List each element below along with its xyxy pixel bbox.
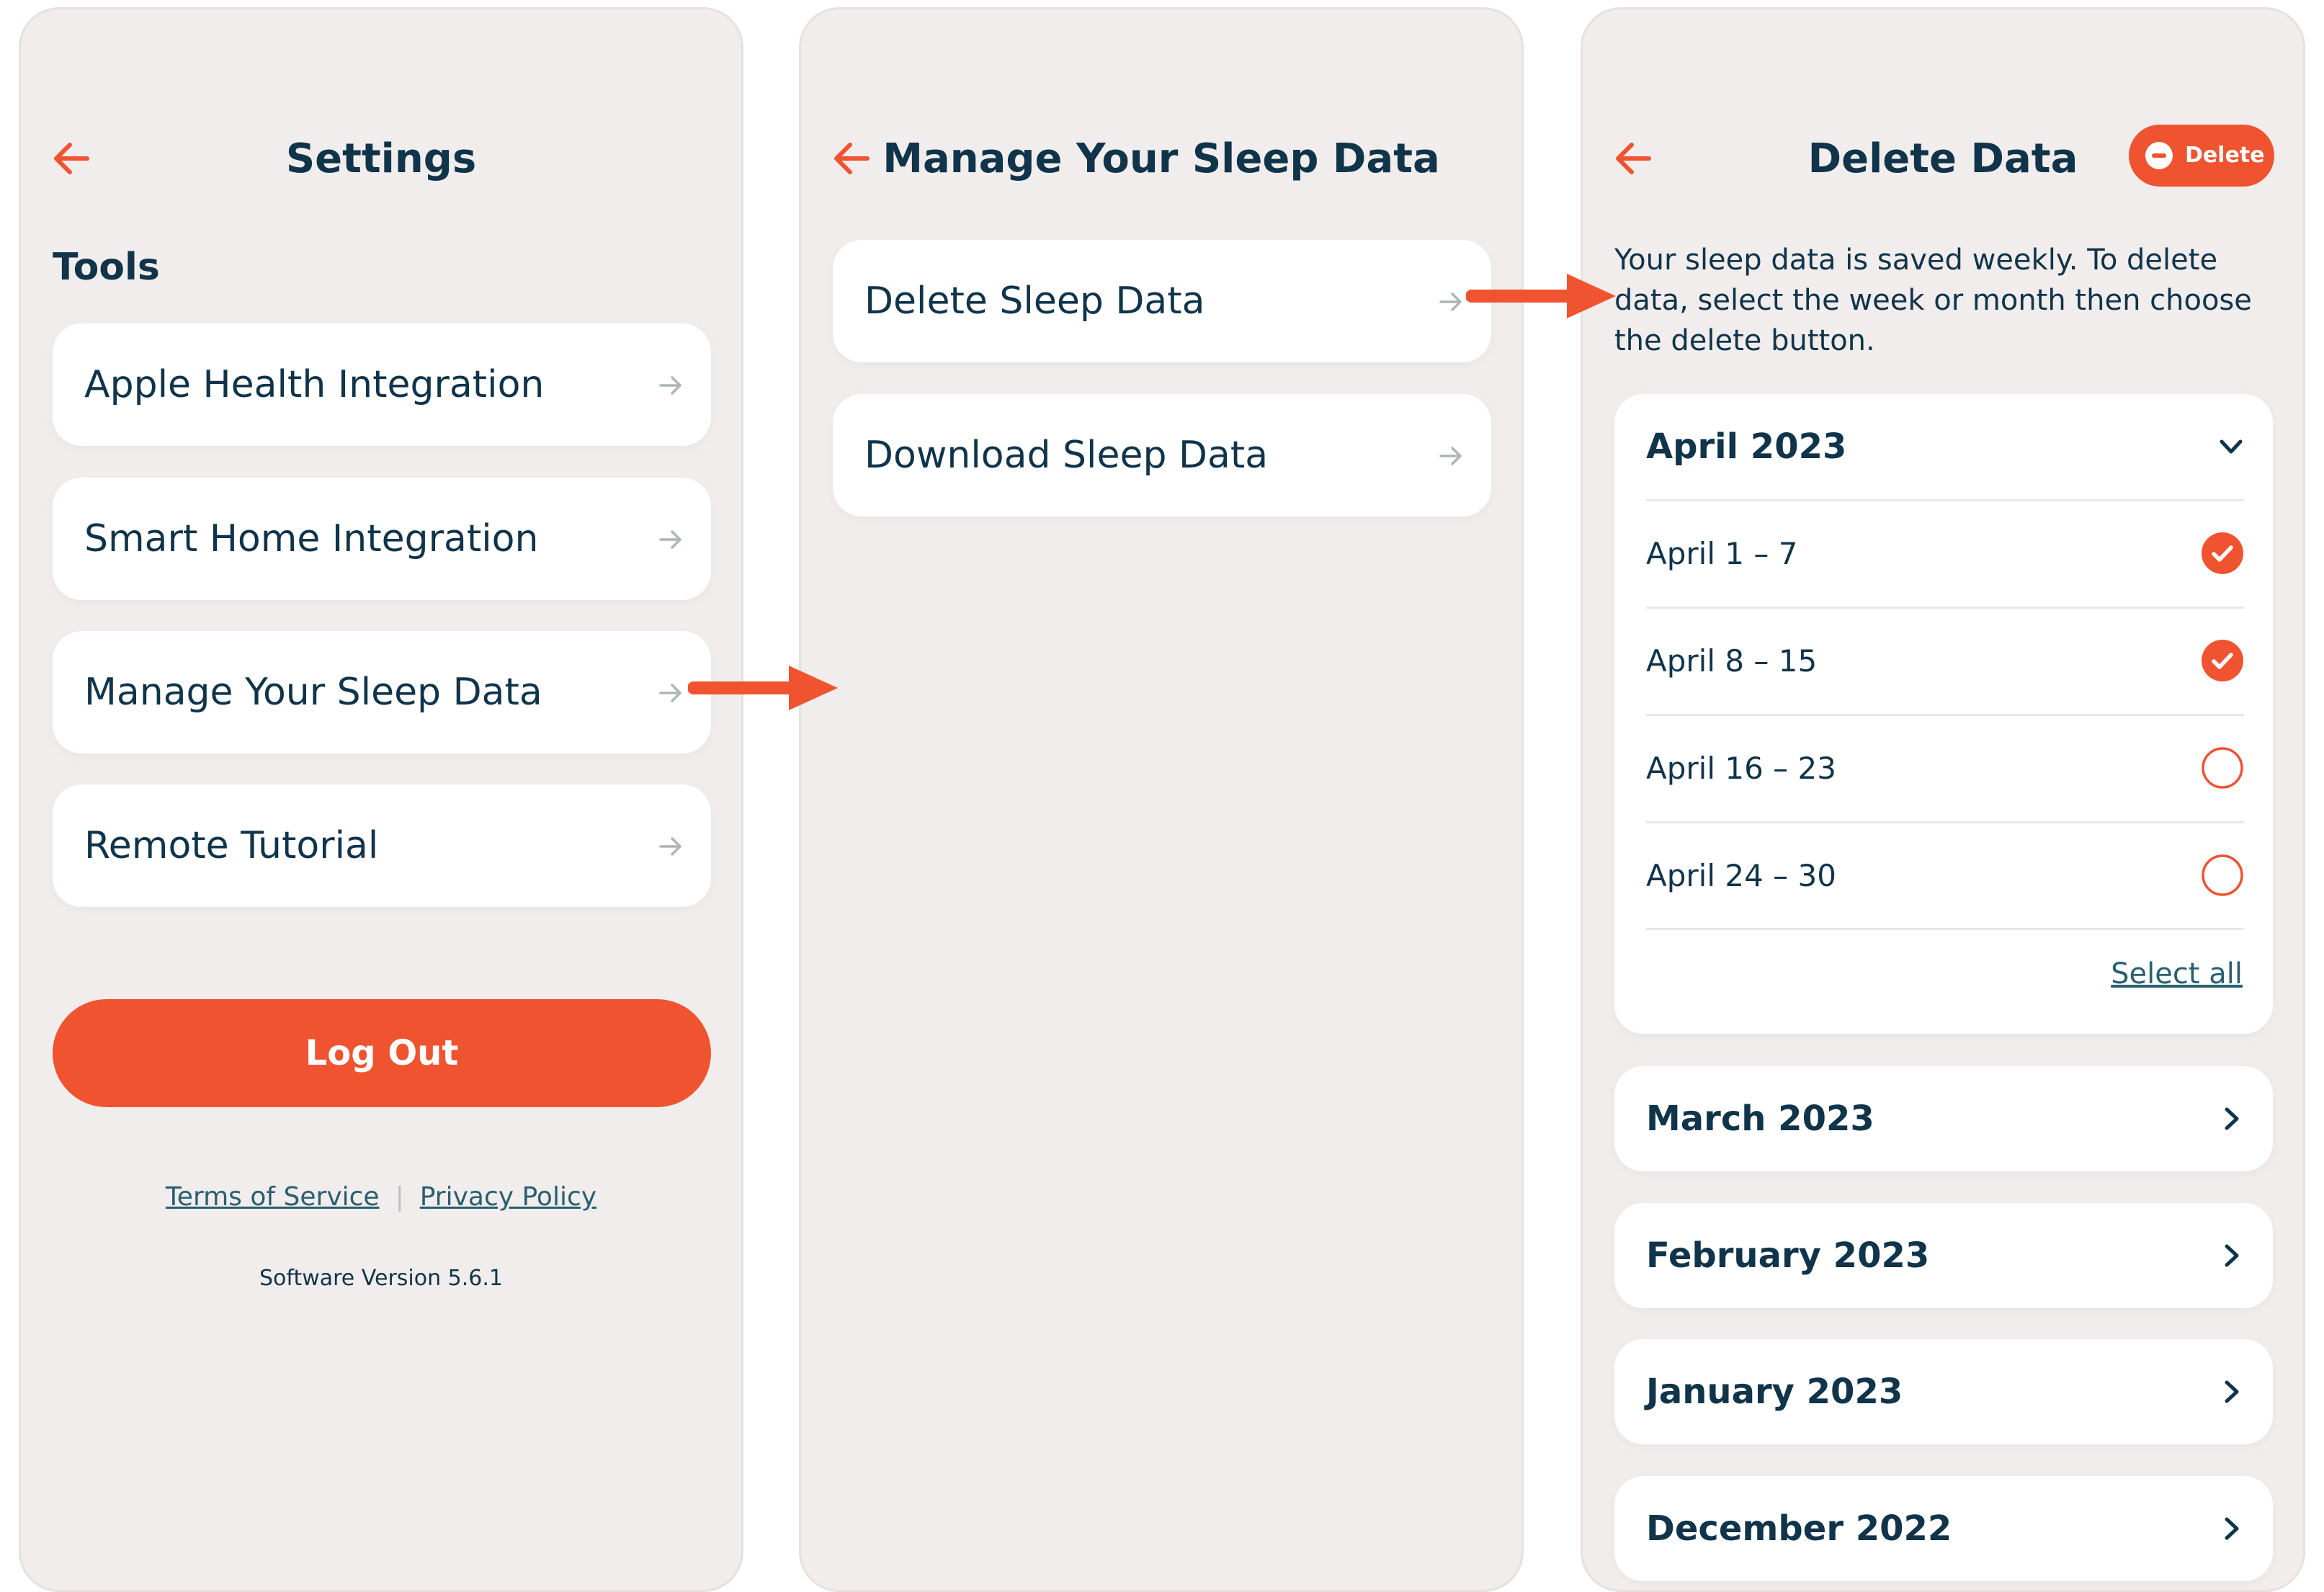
instruction-line: Your sleep data is saved weekly. To dele… — [1614, 243, 2218, 277]
log-out-button[interactable]: Log Out — [53, 999, 711, 1107]
menu-item-label: Apple Health Integration — [84, 363, 545, 406]
divider — [1646, 928, 2244, 930]
month-header[interactable]: February 2023 — [1614, 1203, 2273, 1308]
chevron-right-icon — [2225, 1517, 2239, 1540]
page-title: Settings — [285, 135, 477, 182]
software-version: Software Version 5.6.1 — [259, 1266, 503, 1291]
month-card-february-2023[interactable]: February 2023 — [1614, 1203, 2273, 1308]
privacy-policy-link[interactable]: Privacy Policy — [420, 1182, 596, 1212]
remote-tutorial-button[interactable]: Remote Tutorial — [53, 784, 711, 907]
week-label: April 16 – 23 — [1646, 751, 1836, 786]
delete-instructions: Your sleep data is saved weekly. To dele… — [1614, 240, 2263, 361]
menu-item-label: Manage Your Sleep Data — [84, 671, 542, 714]
arrow-right-icon — [659, 684, 681, 702]
checked-circle-icon[interactable] — [2201, 532, 2244, 575]
minus-circle-icon — [2145, 142, 2173, 169]
month-label: January 2023 — [1646, 1372, 1903, 1412]
terms-of-service-link[interactable]: Terms of Service — [166, 1182, 380, 1212]
chevron-right-icon — [2225, 1244, 2239, 1267]
week-label: April 1 – 7 — [1646, 536, 1798, 571]
month-card-march-2023[interactable]: March 2023 — [1614, 1066, 2273, 1171]
week-label: April 24 – 30 — [1646, 858, 1836, 893]
instruction-line: the delete button. — [1614, 324, 1875, 357]
chevron-right-icon — [2225, 1380, 2239, 1403]
menu-item-label: Smart Home Integration — [84, 517, 539, 560]
week-row[interactable]: April 8 – 15 — [1646, 607, 2244, 713]
download-sleep-data-button[interactable]: Download Sleep Data — [833, 394, 1491, 516]
link-separator: | — [395, 1182, 404, 1212]
month-card-april-2023: April 2023 April 1 – 7 April 8 – 15 Apri… — [1614, 394, 2273, 1034]
menu-item-label: Remote Tutorial — [84, 824, 379, 867]
delete-data-screen: Delete Data Delete Your sleep data is sa… — [1581, 7, 2305, 1592]
flow-arrow-icon — [1466, 274, 1616, 318]
delete-button[interactable]: Delete — [2129, 125, 2274, 187]
unchecked-circle-icon[interactable] — [2201, 746, 2244, 790]
arrow-right-icon — [1439, 292, 1462, 311]
smart-home-integration-button[interactable]: Smart Home Integration — [53, 478, 711, 600]
page-title: Manage Your Sleep Data — [882, 135, 1440, 182]
month-header-april-2023[interactable]: April 2023 — [1614, 394, 2273, 499]
month-label: December 2022 — [1646, 1508, 1952, 1549]
week-row[interactable]: April 1 – 7 — [1646, 499, 2244, 606]
month-label: March 2023 — [1646, 1099, 1874, 1139]
arrow-right-icon — [659, 837, 681, 856]
section-title-tools: Tools — [53, 246, 160, 289]
settings-screen: Settings Tools Apple Health Integration … — [19, 7, 743, 1592]
menu-item-label: Download Sleep Data — [864, 434, 1269, 477]
checked-circle-icon[interactable] — [2201, 639, 2244, 682]
month-label: April 2023 — [1646, 426, 1847, 467]
manage-sleep-data-button[interactable]: Manage Your Sleep Data — [53, 631, 711, 753]
instruction-line: data, select the week or month then choo… — [1614, 284, 2252, 317]
arrow-right-icon — [659, 376, 681, 395]
legal-links: Terms of Service | Privacy Policy — [21, 1182, 741, 1212]
week-label: April 8 – 15 — [1646, 643, 1818, 679]
arrow-right-icon — [1439, 447, 1462, 465]
chevron-down-icon — [2220, 439, 2243, 454]
select-all-link[interactable]: Select all — [2111, 957, 2243, 990]
delete-button-label: Delete — [2185, 143, 2265, 168]
delete-sleep-data-button[interactable]: Delete Sleep Data — [833, 240, 1491, 362]
chevron-right-icon — [2225, 1107, 2239, 1130]
month-header[interactable]: January 2023 — [1614, 1339, 2273, 1444]
month-header[interactable]: March 2023 — [1614, 1066, 2273, 1171]
unchecked-circle-icon[interactable] — [2201, 854, 2244, 897]
arrow-right-icon — [659, 530, 681, 549]
month-card-january-2023[interactable]: January 2023 — [1614, 1339, 2273, 1444]
week-row[interactable]: April 16 – 23 — [1646, 714, 2244, 820]
menu-item-label: Delete Sleep Data — [864, 280, 1205, 323]
month-header[interactable]: December 2022 — [1614, 1476, 2273, 1581]
month-label: February 2023 — [1646, 1235, 1930, 1276]
month-card-december-2022[interactable]: December 2022 — [1614, 1476, 2273, 1581]
flow-arrow-icon — [688, 666, 838, 710]
apple-health-integration-button[interactable]: Apple Health Integration — [53, 323, 711, 446]
manage-sleep-data-screen: Manage Your Sleep Data Delete Sleep Data… — [799, 7, 1524, 1592]
week-row[interactable]: April 24 – 30 — [1646, 821, 2244, 928]
